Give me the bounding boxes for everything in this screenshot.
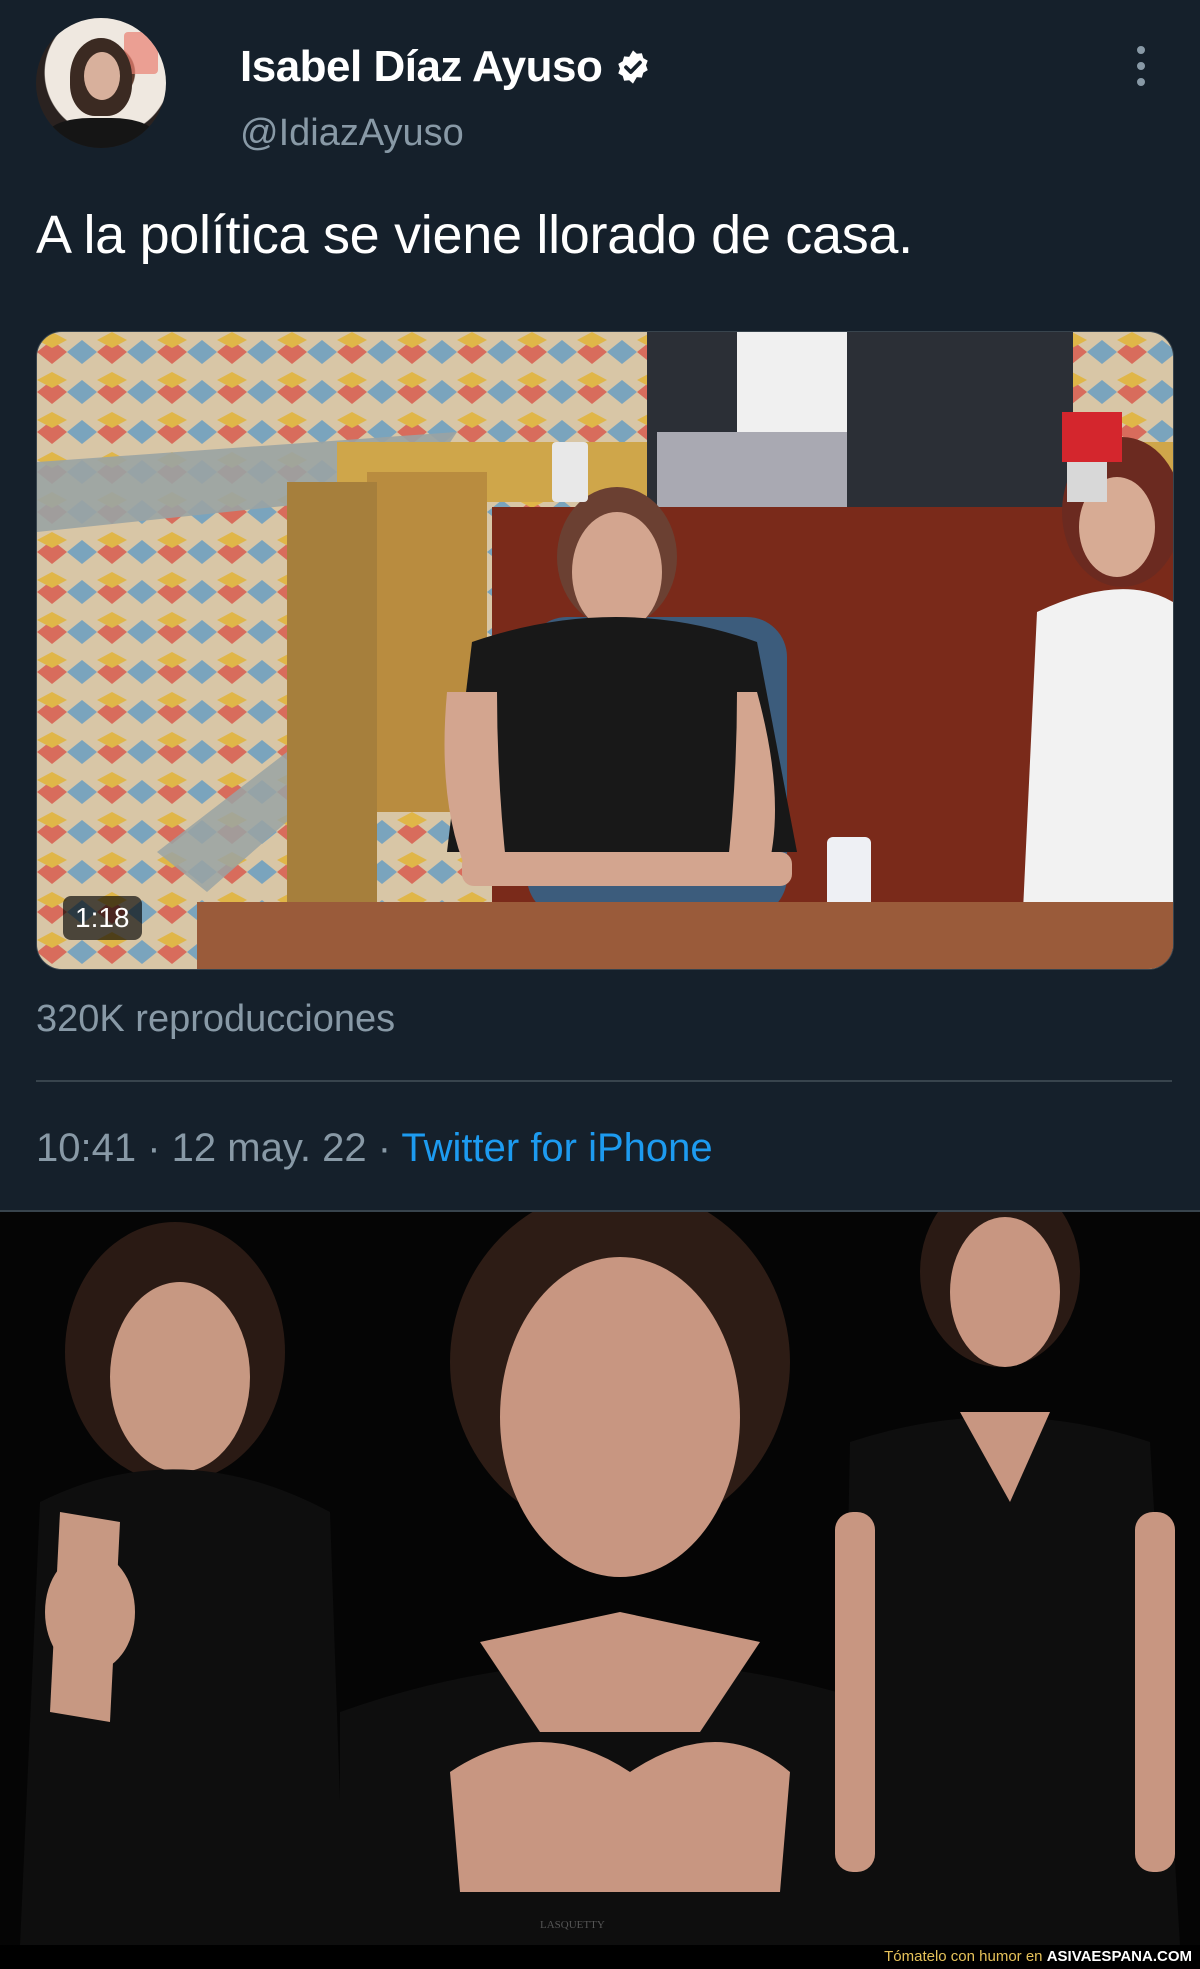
video-thumbnail[interactable]: 1:18 [36,331,1174,970]
avatar-dress [48,118,154,148]
author-handle[interactable]: @IdiazAyuso [240,112,464,155]
author-name[interactable]: Isabel Díaz Ayuso [240,42,603,92]
tweet-date[interactable]: 12 may. 22 [172,1126,367,1170]
footer-prefix: Tómatelo con humor en [884,1948,1047,1965]
more-options-icon[interactable] [1134,46,1148,90]
video-frame-illustration [37,332,1173,969]
tweet-text: A la política se viene llorado de casa. [36,205,913,265]
avatar-face [84,52,120,100]
portrait-photos: LASQUETTY [0,1212,1200,1945]
tweet-metadata: 10:41 · 12 may. 22 · Twitter for iPhone [36,1126,713,1171]
meta-separator: · [366,1126,402,1170]
meta-separator: · [136,1126,172,1170]
verified-badge-icon [618,50,649,84]
portrait-collage: LASQUETTY [0,1212,1200,1945]
tweet-card: Isabel Díaz Ayuso @IdiazAyuso A la polít… [0,0,1200,1210]
watermark-footer: Tómatelo con humor en ASIVAESPANA.COM [0,1945,1200,1969]
video-duration-badge: 1:18 [63,896,142,940]
photo-credit: LASQUETTY [540,1919,605,1931]
divider [36,1080,1172,1082]
view-count: 320K reproducciones [36,998,396,1040]
tweet-time[interactable]: 10:41 [36,1126,136,1170]
footer-brand-link[interactable]: ASIVAESPANA.COM [1047,1948,1192,1965]
tweet-source-link[interactable]: Twitter for iPhone [401,1126,712,1170]
author-name-row: Isabel Díaz Ayuso [240,42,652,92]
author-avatar[interactable] [36,18,166,148]
